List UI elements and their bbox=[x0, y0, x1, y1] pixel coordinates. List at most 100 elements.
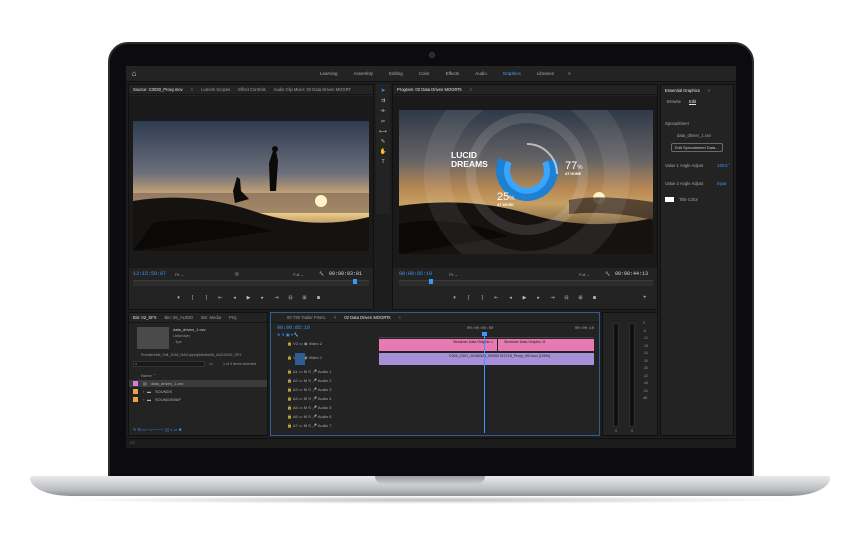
step-forward-icon[interactable]: ▸ bbox=[535, 295, 542, 301]
source-viewer[interactable] bbox=[129, 96, 373, 268]
tab-effects[interactable]: Effects bbox=[438, 66, 468, 82]
source-timecode[interactable]: 13:15:50:07 bbox=[133, 271, 166, 277]
track-header-a7[interactable]: 🔒 A7 ▭ M S 🎤 Audio 7 bbox=[287, 423, 331, 428]
mark-out-icon[interactable]: } bbox=[479, 295, 486, 301]
selection-tool-icon[interactable]: ➤ bbox=[381, 88, 386, 94]
clip-video-1[interactable]: C004_C001_20160524_R0000 012718_Proxy_HD… bbox=[379, 353, 594, 365]
tab-project[interactable]: Proj bbox=[229, 315, 236, 320]
program-scrub-bar[interactable] bbox=[399, 280, 653, 286]
track-header-a1[interactable]: 🔒 A1 ▭ M S 🎤 Audio 1 bbox=[287, 369, 331, 374]
status-icon[interactable]: ▭ bbox=[130, 440, 135, 446]
track-header-a3[interactable]: 🔒 A3 ▭ M S 🎤 Audio 3 bbox=[287, 387, 331, 392]
timeline-timecode[interactable]: 00:00:05:10 bbox=[277, 325, 310, 331]
overwrite-icon[interactable]: ⊞ bbox=[301, 295, 308, 301]
hand-tool-icon[interactable]: ✋ bbox=[380, 149, 387, 155]
tab-audio[interactable]: Audio bbox=[467, 66, 495, 82]
wrench-icon[interactable]: 🔧 bbox=[605, 271, 610, 276]
export-frame-icon[interactable]: ◙ bbox=[315, 295, 322, 301]
play-icon[interactable]: ▶ bbox=[245, 295, 252, 301]
source-playhead[interactable] bbox=[353, 279, 357, 284]
track-header-a6[interactable]: 🔒 A6 ▭ M S 🎤 Audio 6 bbox=[287, 414, 331, 419]
panel-menu-icon[interactable]: ≡ bbox=[398, 315, 400, 320]
source-settings-icon[interactable]: ▤ bbox=[235, 271, 239, 276]
more-workspaces-icon[interactable]: » bbox=[562, 71, 571, 77]
slip-tool-icon[interactable]: ⟷ bbox=[379, 129, 387, 135]
program-playhead[interactable] bbox=[429, 279, 433, 284]
step-back-icon[interactable]: ◂ bbox=[507, 295, 514, 301]
value2-input[interactable]: Input bbox=[717, 181, 726, 186]
ripple-edit-tool-icon[interactable]: ⟛ bbox=[381, 108, 386, 115]
go-to-out-icon[interactable]: ⇥ bbox=[273, 295, 280, 301]
mark-out-icon[interactable]: } bbox=[203, 295, 210, 301]
tab-bin-audio[interactable]: Bin: 06_AUDIO bbox=[165, 315, 194, 320]
tab-source[interactable]: Source: C0030_Proxy.mov bbox=[133, 87, 183, 92]
tab-audio-clip-mixer[interactable]: Audio Clip Mixer: 02 Data Driven MOGRT bbox=[274, 87, 351, 92]
close-icon[interactable]: × bbox=[334, 315, 336, 320]
program-fit-select[interactable]: Fit ⌄ bbox=[449, 272, 458, 277]
clip-streamer-1[interactable]: Streamer Data Graphic.1 bbox=[379, 339, 497, 351]
solo-left-button[interactable]: S bbox=[615, 429, 617, 433]
type-tool-icon[interactable]: T bbox=[381, 159, 384, 165]
track-header-a5[interactable]: 🔒 A5 ▭ M S 🎤 Audio 5 bbox=[287, 405, 331, 410]
pen-tool-icon[interactable]: ✎ bbox=[381, 139, 386, 145]
mark-in-icon[interactable]: { bbox=[465, 295, 472, 301]
tab-program[interactable]: Program: 02 Data Driven MOGRTs bbox=[397, 87, 462, 92]
tab-sequence-trailer[interactable]: 00 T30 Trailer FINAL bbox=[287, 315, 326, 320]
program-viewer[interactable]: LUCID DREAMS 77% AT HOME 25% AT WORK bbox=[393, 96, 657, 268]
track-header-a2[interactable]: 🔒 A2 ▭ M S 🎤 Audio 2 bbox=[287, 378, 331, 383]
wrench-icon[interactable]: 🔧 bbox=[319, 271, 324, 276]
tab-lumetri-scopes[interactable]: Lumetri Scopes bbox=[201, 87, 230, 92]
bin-search-input[interactable] bbox=[133, 361, 205, 367]
timeline-playhead[interactable] bbox=[484, 333, 485, 433]
home-icon[interactable]: ⌂ bbox=[126, 66, 142, 82]
add-button-icon[interactable]: + bbox=[643, 295, 647, 301]
source-resolution-select[interactable]: Full ⌄ bbox=[293, 272, 304, 277]
panel-menu-icon[interactable]: ≡ bbox=[708, 88, 710, 93]
panel-menu-icon[interactable]: ≡ bbox=[470, 87, 472, 92]
track-header-v2[interactable]: 🔒 V2 ▭ ◉ Video 2 bbox=[287, 341, 322, 346]
disclosure-icon[interactable]: › bbox=[143, 389, 144, 394]
list-item[interactable]: › ▬ SOUNDS bbox=[129, 388, 267, 395]
tab-learning[interactable]: Learning bbox=[312, 66, 346, 82]
track-select-tool-icon[interactable]: ⇉ bbox=[381, 98, 386, 104]
go-to-out-icon[interactable]: ⇥ bbox=[549, 295, 556, 301]
tab-color[interactable]: Color bbox=[411, 66, 438, 82]
tab-libraries[interactable]: Libraries bbox=[529, 66, 562, 82]
tab-editing[interactable]: Editing bbox=[381, 66, 411, 82]
mark-in-icon[interactable]: { bbox=[189, 295, 196, 301]
lift-icon[interactable]: ⊟ bbox=[563, 295, 570, 301]
go-to-in-icon[interactable]: ⇤ bbox=[493, 295, 500, 301]
panel-menu-icon[interactable]: ≡ bbox=[191, 87, 193, 92]
export-frame-icon[interactable]: ◙ bbox=[591, 295, 598, 301]
clip-streamer-2[interactable]: Streamer Data Graphic.11 bbox=[498, 339, 594, 351]
tab-assembly[interactable]: Assembly bbox=[346, 66, 382, 82]
list-item[interactable]: ▤ data_driven_1.csv bbox=[129, 380, 267, 387]
title-color-swatch[interactable] bbox=[665, 197, 674, 202]
program-resolution-select[interactable]: Full ⌄ bbox=[579, 272, 590, 277]
marker-icon[interactable]: ▾ bbox=[175, 295, 182, 301]
v1-source-patch[interactable] bbox=[295, 353, 305, 365]
tab-bin-sfx[interactable]: Bin: 02_SFX bbox=[133, 315, 157, 320]
marker-icon[interactable]: ▾ bbox=[451, 295, 458, 301]
tab-edit[interactable]: Edit bbox=[689, 99, 697, 105]
tab-effect-controls[interactable]: Effect Controls bbox=[238, 87, 265, 92]
extract-icon[interactable]: ⊞ bbox=[577, 295, 584, 301]
track-header-a4[interactable]: 🔒 A4 ▭ M S 🎤 Audio 4 bbox=[287, 396, 331, 401]
value1-input[interactable]: 120.0 ° bbox=[717, 163, 730, 168]
insert-icon[interactable]: ⊟ bbox=[287, 295, 294, 301]
list-item[interactable]: › ▬ SOUNDSWAP bbox=[129, 396, 267, 403]
play-icon[interactable]: ▶ bbox=[521, 295, 528, 301]
source-scrub-bar[interactable] bbox=[133, 280, 369, 286]
program-timecode[interactable]: 00:00:05:10 bbox=[399, 271, 432, 277]
solo-right-button[interactable]: S bbox=[631, 429, 633, 433]
tab-bin-media[interactable]: Bin: Media bbox=[201, 315, 221, 320]
razor-tool-icon[interactable]: ✂ bbox=[381, 119, 386, 125]
tab-browse[interactable]: Browse bbox=[667, 99, 681, 104]
disclosure-icon[interactable]: › bbox=[143, 397, 144, 402]
tab-graphics[interactable]: Graphics bbox=[495, 66, 529, 82]
step-forward-icon[interactable]: ▸ bbox=[259, 295, 266, 301]
timeline-playhead-head[interactable] bbox=[482, 332, 487, 336]
new-bin-icon[interactable]: ▭ bbox=[209, 361, 213, 366]
name-column-header[interactable]: Name ⌃ bbox=[141, 373, 156, 378]
clip-thumbnail[interactable] bbox=[137, 327, 169, 349]
